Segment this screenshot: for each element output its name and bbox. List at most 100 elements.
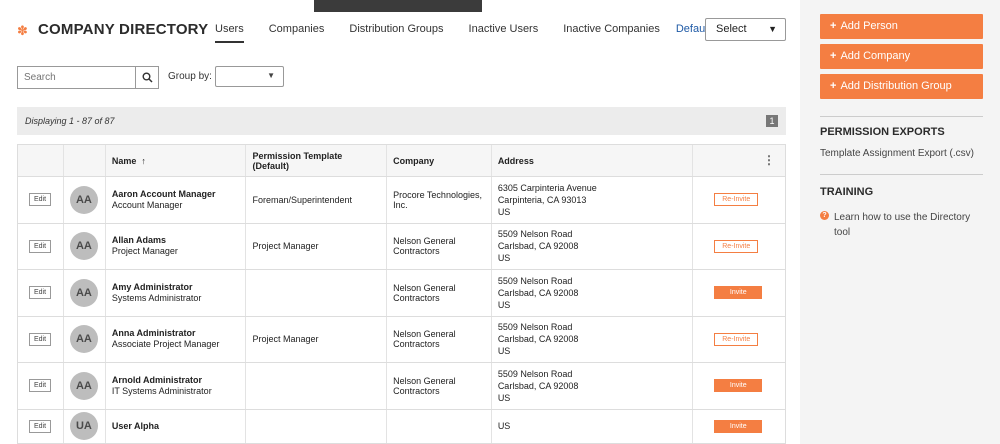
header-edit <box>18 145 64 176</box>
edit-button[interactable]: Edit <box>29 239 52 253</box>
search-button[interactable] <box>135 66 159 89</box>
permission-template <box>246 409 388 443</box>
person-name[interactable]: Allan Adams <box>112 235 178 246</box>
permission-template: Project Manager <box>246 223 388 269</box>
table-header: Name ↑ Permission Template (Default) Com… <box>18 145 785 177</box>
search-input[interactable] <box>17 66 135 89</box>
more-options-icon[interactable]: ⋮ <box>763 153 775 167</box>
company-name: Procore Technologies, Inc. <box>387 177 492 223</box>
tab-inactive-users[interactable]: Inactive Users <box>469 23 539 43</box>
address-line: 6305 Carpinteria Avenue <box>497 182 597 193</box>
address-line: 5509 Nelson Road <box>497 229 573 240</box>
edit-button[interactable]: Edit <box>29 419 52 433</box>
person-name[interactable]: User Alpha <box>112 421 159 432</box>
company-name: Nelson General Contractors <box>387 316 492 362</box>
add-company-button[interactable]: + Add Company <box>820 44 983 69</box>
address-line: Carlsbad, CA 92008 <box>497 380 579 391</box>
address-line: 5509 Nelson Road <box>497 275 573 286</box>
header-permission-template[interactable]: Permission Template (Default) <box>246 145 388 176</box>
person-title: Project Manager <box>111 246 178 257</box>
table-row: Edit AA Anna Administrator Associate Proj… <box>18 316 785 363</box>
address-line: US <box>497 346 511 357</box>
tab-distribution-groups[interactable]: Distribution Groups <box>349 23 443 43</box>
address-line: US <box>497 206 511 217</box>
group-by-select[interactable]: ▼ <box>215 66 284 87</box>
view-select[interactable]: Select ▼ <box>705 18 786 41</box>
company-name <box>387 409 492 443</box>
permission-template <box>246 363 388 409</box>
header-address[interactable]: Address <box>492 145 694 176</box>
tab-inactive-companies[interactable]: Inactive Companies <box>563 23 660 43</box>
reinvite-button[interactable]: Re-Invite <box>714 193 759 207</box>
person-title: IT Systems Administrator <box>111 385 212 396</box>
add-person-button[interactable]: + Add Person <box>820 14 983 39</box>
address-line: 5509 Nelson Road <box>497 368 573 379</box>
company-name: Nelson General Contractors <box>387 363 492 409</box>
template-export-link[interactable]: Template Assignment Export (.csv) <box>820 148 974 159</box>
reinvite-button[interactable]: Re-Invite <box>714 239 759 253</box>
invite-button[interactable]: Invite <box>714 419 763 433</box>
help-icon: ? <box>820 211 829 220</box>
sort-arrow-icon: ↑ <box>141 155 146 166</box>
company-name: Nelson General Contractors <box>387 223 492 269</box>
tab-bar: Users Companies Distribution Groups Inac… <box>215 23 737 43</box>
right-sidebar: + Add Person + Add Company + Add Distributi… <box>800 0 1000 444</box>
results-count-bar: Displaying 1 - 87 of 87 1 <box>17 107 786 135</box>
avatar: AA <box>69 185 98 214</box>
address-line: Carlsbad, CA 92008 <box>497 241 579 252</box>
edit-button[interactable]: Edit <box>29 193 52 207</box>
header-actions: ⋮ <box>693 145 785 176</box>
address-line: US <box>497 421 511 431</box>
tab-users[interactable]: Users <box>215 23 244 43</box>
avatar: AA <box>69 371 98 400</box>
permission-template <box>246 270 388 316</box>
address-line: US <box>497 253 511 264</box>
plus-icon: + <box>830 20 837 32</box>
permission-template: Foreman/Superintendent <box>246 177 388 223</box>
person-name[interactable]: Arnold Administrator <box>112 375 212 386</box>
invite-button[interactable]: Invite <box>714 379 763 393</box>
reinvite-button[interactable]: Re-Invite <box>714 332 759 346</box>
company-name: Nelson General Contractors <box>387 270 492 316</box>
header-avatar <box>64 145 106 176</box>
person-name[interactable]: Aaron Account Manager <box>112 189 216 200</box>
page-number[interactable]: 1 <box>766 115 778 127</box>
address-line: Carlsbad, CA 92008 <box>497 334 579 345</box>
page-header: ✽ COMPANY DIRECTORY Users Companies Dist… <box>0 0 800 58</box>
permission-template: Project Manager <box>246 316 388 362</box>
training-link[interactable]: Learn how to use the Directory tool <box>834 210 984 240</box>
person-name[interactable]: Anna Administrator <box>112 328 220 339</box>
table-row: Edit AA Amy Administrator Systems Adminis… <box>18 270 785 317</box>
divider <box>820 174 983 175</box>
tab-companies[interactable]: Companies <box>269 23 325 43</box>
edit-button[interactable]: Edit <box>29 379 52 393</box>
address-line: US <box>497 299 511 310</box>
person-title: Systems Administrator <box>111 292 202 303</box>
results-count: Displaying 1 - 87 of 87 <box>25 116 115 126</box>
address-line: 5509 Nelson Road <box>497 322 573 333</box>
person-name[interactable]: Amy Administrator <box>112 282 202 293</box>
table-row: Edit UA User Alpha US Invite <box>18 409 785 444</box>
add-distribution-group-label: Add Distribution Group <box>840 80 952 92</box>
address-line: US <box>497 392 511 403</box>
add-person-label: Add Person <box>840 20 898 32</box>
add-distribution-group-button[interactable]: + Add Distribution Group <box>820 74 983 99</box>
plus-icon: + <box>830 80 837 92</box>
edit-button[interactable]: Edit <box>29 332 52 346</box>
header-name[interactable]: Name ↑ <box>106 145 247 176</box>
person-title: Account Manager <box>111 199 183 210</box>
header-company[interactable]: Company <box>387 145 492 176</box>
view-select-value: Select <box>716 23 747 35</box>
chevron-down-icon: ▼ <box>768 24 777 34</box>
permission-exports-heading: PERMISSION EXPORTS <box>820 126 945 138</box>
edit-button[interactable]: Edit <box>29 286 52 300</box>
avatar: UA <box>69 412 98 440</box>
chevron-down-icon: ▼ <box>267 71 275 80</box>
page-title: COMPANY DIRECTORY <box>38 21 209 38</box>
avatar: AA <box>69 325 98 354</box>
table-row: Edit AA Aaron Account Manager Account Man… <box>18 177 785 224</box>
address-line: Carlsbad, CA 92008 <box>497 287 579 298</box>
invite-button[interactable]: Invite <box>714 286 763 300</box>
table-row: Edit AA Allan Adams Project Manager Proje… <box>18 223 785 270</box>
gear-icon: ✽ <box>17 23 28 38</box>
